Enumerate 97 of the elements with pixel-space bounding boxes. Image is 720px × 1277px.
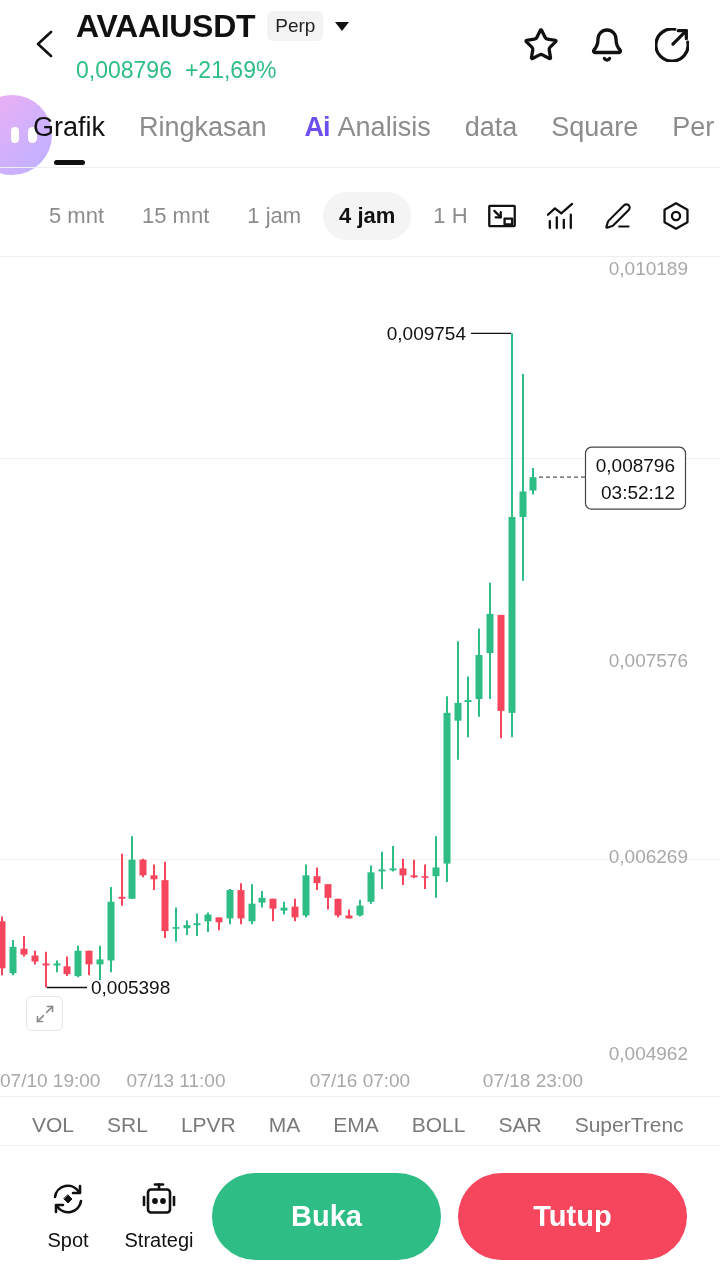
tab[interactable]: Grafik <box>33 100 105 167</box>
tab[interactable]: Ai Analisis <box>304 100 431 167</box>
chart-indicator-icon[interactable] <box>546 202 574 230</box>
candle <box>356 898 364 918</box>
candle <box>324 883 332 911</box>
candle <box>237 882 245 926</box>
candle <box>291 897 299 923</box>
open-button[interactable]: Buka <box>212 1173 441 1260</box>
price-change: +21,69% <box>184 56 277 84</box>
candle <box>389 844 397 873</box>
candle <box>193 912 201 937</box>
indicator-button[interactable]: SuperTrenc <box>574 1113 684 1137</box>
candle <box>63 955 71 978</box>
timeframe-tab[interactable]: 1 jam <box>231 192 318 240</box>
x-axis-label: 07/13 11:00 <box>126 1069 226 1091</box>
candle <box>150 863 158 892</box>
candle <box>258 889 266 909</box>
candle <box>31 949 39 966</box>
candle <box>399 857 407 887</box>
star-icon[interactable] <box>523 27 559 63</box>
circle-arrow-icon[interactable] <box>655 28 689 62</box>
candle <box>85 949 93 977</box>
y-axis-label: 0,007576 <box>608 649 688 671</box>
timeframe-tab[interactable]: 15 mnt <box>126 192 226 240</box>
candle <box>139 857 147 879</box>
shortcut-button[interactable]: Strategi <box>118 1181 200 1252</box>
caret-down-icon[interactable] <box>335 21 350 31</box>
timeframe-tab[interactable]: 5 mnt <box>33 192 121 240</box>
countdown-label: 03:52:12 <box>601 481 675 503</box>
leader-line <box>470 332 512 334</box>
candle <box>226 888 234 926</box>
indicator-button[interactable]: LPVR <box>180 1113 236 1137</box>
timeframe-tab[interactable]: 1 H <box>417 192 484 240</box>
candle <box>118 852 126 907</box>
candle <box>248 883 256 926</box>
settings-icon[interactable] <box>662 202 690 230</box>
price-line <box>538 476 586 478</box>
y-axis-label: 0,004962 <box>608 1042 688 1064</box>
candle <box>20 935 28 958</box>
tab[interactable]: Square <box>551 100 639 167</box>
candle <box>269 897 277 923</box>
candle <box>313 866 321 892</box>
indicator-button[interactable]: BOLL <box>411 1113 466 1137</box>
candle <box>421 863 429 890</box>
candle <box>128 835 136 900</box>
x-axis-label: 07/10 19:00 <box>0 1069 101 1091</box>
resize-window-icon[interactable] <box>488 202 516 230</box>
candle <box>9 938 17 977</box>
timeframe-tab[interactable]: 4 jam <box>323 192 412 240</box>
shortcut-button[interactable]: Spot <box>44 1181 92 1252</box>
y-axis-label: 0,006269 <box>608 846 688 868</box>
expand-icon <box>34 1003 55 1024</box>
x-axis-label: 07/18 23:00 <box>482 1069 584 1091</box>
chevron-left-icon[interactable] <box>35 30 53 58</box>
candle <box>334 897 342 919</box>
candle <box>53 959 61 974</box>
candle <box>378 850 386 890</box>
candle <box>204 911 212 934</box>
expand-button[interactable] <box>26 996 63 1031</box>
circular-arrows-icon <box>51 1181 85 1216</box>
candle <box>42 950 50 989</box>
robot-icon <box>142 1181 176 1216</box>
leader-line <box>46 986 88 989</box>
candle <box>302 863 310 919</box>
candle <box>345 908 353 920</box>
indicator-button[interactable]: SRL <box>107 1113 148 1137</box>
last-price-label: 0,008796 <box>595 454 675 476</box>
candle <box>96 944 104 981</box>
indicator-button[interactable]: VOL <box>32 1113 75 1137</box>
indicator-button[interactable]: SAR <box>498 1113 542 1137</box>
pair-title: AVAAIUSDT <box>76 7 256 46</box>
x-axis-label: 07/16 07:00 <box>309 1069 411 1091</box>
pencil-icon[interactable] <box>604 202 632 230</box>
last-price: 0,008796 <box>76 56 172 84</box>
market-badge: Perp <box>267 11 324 41</box>
candle <box>0 915 6 977</box>
candle <box>215 916 223 932</box>
candle <box>172 906 180 943</box>
tab[interactable]: Per <box>672 100 715 167</box>
indicator-button[interactable]: MA <box>268 1113 301 1137</box>
tab[interactable]: Ringkasan <box>139 100 267 167</box>
candle <box>432 835 440 899</box>
candle <box>183 919 191 936</box>
close-button[interactable]: Tutup <box>458 1173 687 1260</box>
candle <box>367 864 375 905</box>
indicator-button[interactable]: EMA <box>333 1113 379 1137</box>
low-price-label: 0,005398 <box>91 977 171 998</box>
candle <box>410 858 418 880</box>
high-price-label: 0,009754 <box>386 322 466 344</box>
candle <box>280 900 288 916</box>
candle <box>464 675 472 739</box>
candle <box>74 944 82 979</box>
ai-mark: Ai <box>304 112 330 143</box>
tab[interactable]: data <box>464 100 518 167</box>
bell-icon[interactable] <box>589 27 625 63</box>
candle <box>529 467 537 496</box>
y-axis-label: 0,010189 <box>608 257 688 279</box>
